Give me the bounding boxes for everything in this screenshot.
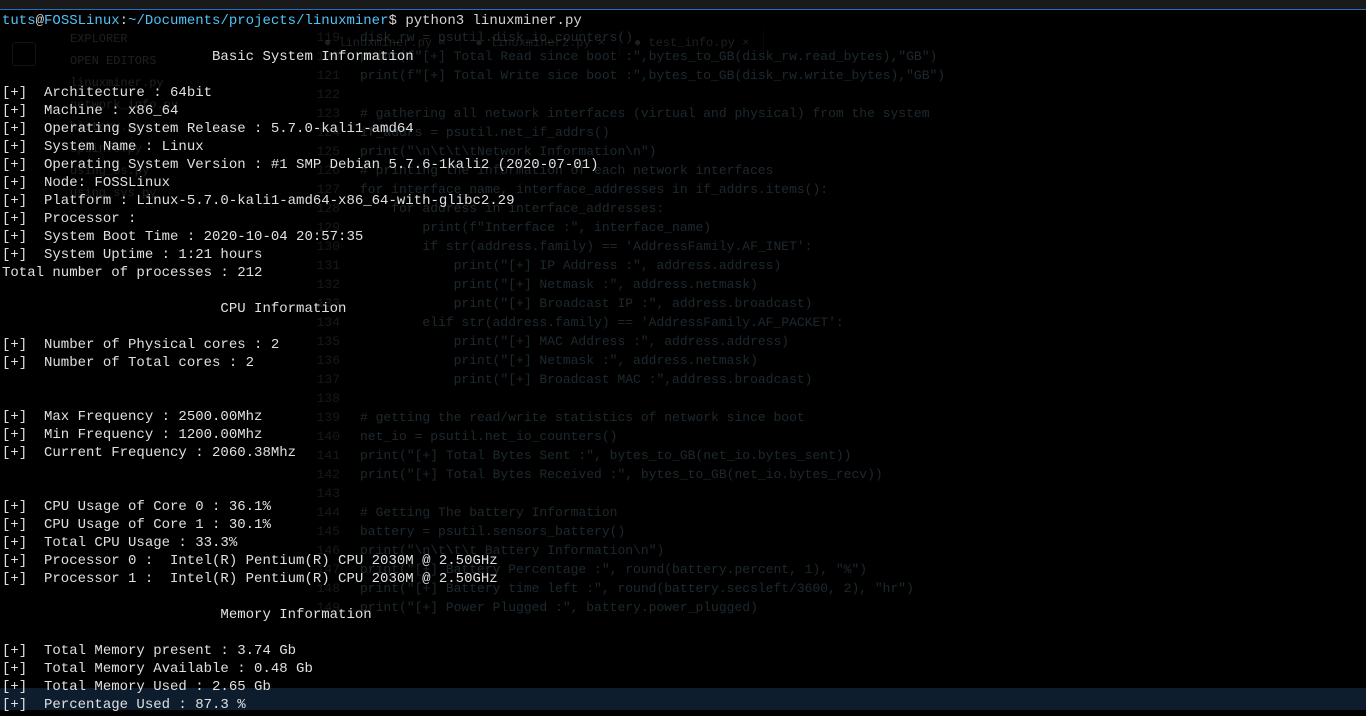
output-line: [+] Total Memory present : 3.74 Gb: [0, 642, 1366, 660]
output-line: [+] Operating System Version : #1 SMP De…: [0, 156, 1366, 174]
output-line: [+] Total Memory Available : 0.48 Gb: [0, 660, 1366, 678]
output-line: [0, 282, 1366, 300]
output-line: [0, 318, 1366, 336]
output-line: [+] Processor :: [0, 210, 1366, 228]
output-line: [+] Machine : x86_64: [0, 102, 1366, 120]
output-line: [+] System Uptime : 1:21 hours: [0, 246, 1366, 264]
section-header: Basic System Information: [0, 48, 1366, 66]
output-line: [0, 480, 1366, 498]
output-line: [+] Max Frequency : 2500.00Mhz: [0, 408, 1366, 426]
output-line: [+] Total Memory Used : 2.65 Gb: [0, 678, 1366, 696]
output-line: [+] Number of Physical cores : 2: [0, 336, 1366, 354]
prompt-user: tuts: [2, 13, 36, 29]
prompt-line: tuts@FOSSLinux:~/Documents/projects/linu…: [0, 12, 1366, 30]
output-line: [+] Processor 1 : Intel(R) Pentium(R) CP…: [0, 570, 1366, 588]
prompt-host: FOSSLinux: [44, 13, 120, 29]
terminal-output: Basic System Information [+] Architectur…: [0, 48, 1366, 714]
output-line: [0, 462, 1366, 480]
output-line: [+] Platform : Linux-5.7.0-kali1-amd64-x…: [0, 192, 1366, 210]
output-line: [+] CPU Usage of Core 1 : 30.1%: [0, 516, 1366, 534]
prompt-path: ~/Documents/projects/linuxminer: [128, 13, 388, 29]
output-line: [0, 66, 1366, 84]
output-line: [0, 624, 1366, 642]
output-line: [+] Percentage Used : 87.3 %: [0, 696, 1366, 714]
prompt-command: python3 linuxminer.py: [405, 13, 581, 29]
section-header: CPU Information: [0, 300, 1366, 318]
output-line: [+] Processor 0 : Intel(R) Pentium(R) CP…: [0, 552, 1366, 570]
output-line: [0, 588, 1366, 606]
output-line: [+] System Name : Linux: [0, 138, 1366, 156]
window-titlebar: [0, 0, 1366, 10]
output-line: [+] Min Frequency : 1200.00Mhz: [0, 426, 1366, 444]
output-line: [+] Architecture : 64bit: [0, 84, 1366, 102]
output-line: [+] Current Frequency : 2060.38Mhz: [0, 444, 1366, 462]
output-line: [+] System Boot Time : 2020-10-04 20:57:…: [0, 228, 1366, 246]
output-line: [+] Node: FOSSLinux: [0, 174, 1366, 192]
terminal[interactable]: tuts@FOSSLinux:~/Documents/projects/linu…: [0, 10, 1366, 716]
output-line: [0, 372, 1366, 390]
output-line: Total number of processes : 212: [0, 264, 1366, 282]
output-line: [+] Operating System Release : 5.7.0-kal…: [0, 120, 1366, 138]
output-line: [+] CPU Usage of Core 0 : 36.1%: [0, 498, 1366, 516]
output-line: [+] Number of Total cores : 2: [0, 354, 1366, 372]
empty-line: [0, 30, 1366, 48]
output-line: [0, 390, 1366, 408]
output-line: [+] Total CPU Usage : 33.3%: [0, 534, 1366, 552]
section-header: Memory Information: [0, 606, 1366, 624]
